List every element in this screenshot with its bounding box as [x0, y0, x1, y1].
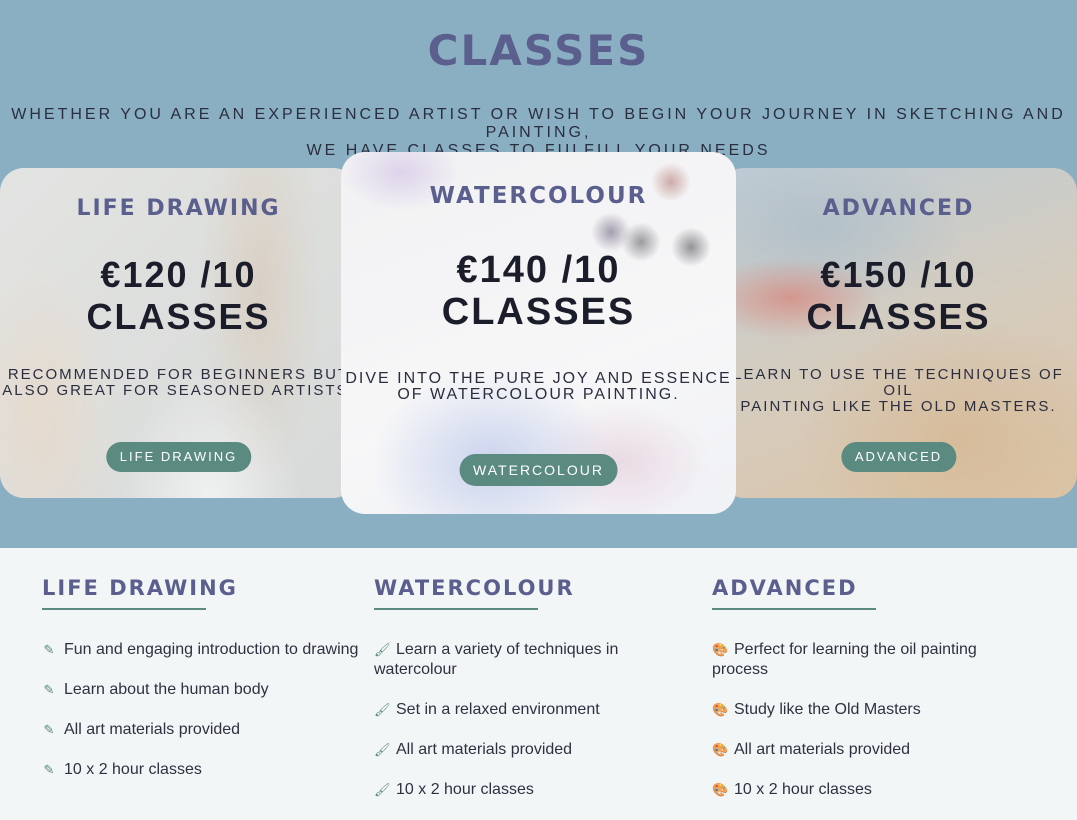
watercolour-button[interactable]: WATERCOLOUR — [459, 454, 618, 486]
title-underline — [712, 608, 876, 610]
list-item: 🎨 Perfect for learning the oil painting p… — [712, 641, 977, 678]
card-title: LIFE DRAWING — [76, 196, 281, 221]
list-item: 🎨 10 x 2 hour classes — [712, 781, 872, 798]
brush-icon: 🖌 — [374, 702, 391, 717]
subtitle-line: WHETHER YOU ARE AN EXPERIENCED ARTIST OR… — [11, 106, 1066, 141]
list-item: ✎ Learn about the human body — [43, 681, 269, 698]
card-price: €140 /10 CLASSES — [441, 249, 636, 333]
column-title: ADVANCED — [712, 576, 858, 600]
page-title: CLASSES — [427, 26, 650, 75]
list-item: ✎ All art materials provided — [43, 721, 241, 738]
card-description: DIVE INTO THE PURE JOY AND ESSENCE OF WA… — [345, 370, 732, 403]
list-item: 🎨 Study like the Old Masters — [712, 701, 921, 718]
brush-icon: 🖌 — [374, 742, 391, 757]
feature-list: ✎ Fun and engaging introduction to drawin… — [42, 640, 359, 800]
card-description: LEARN TO USE THE TECHNIQUES OF OIL PAINT… — [733, 366, 1064, 415]
card-price: €150 /10 CLASSES — [806, 254, 991, 337]
card-title: ADVANCED — [822, 196, 975, 221]
pencil-icon: ✎ — [43, 682, 55, 697]
pencil-icon: ✎ — [43, 722, 55, 737]
card-price: €120 /10 CLASSES — [86, 254, 271, 337]
pencil-icon: ✎ — [43, 642, 55, 657]
list-item: ✎ Fun and engaging introduction to drawin… — [43, 641, 359, 658]
list-item: 🖌 10 x 2 hour classes — [374, 781, 534, 798]
column-title: WATERCOLOUR — [374, 576, 575, 600]
title-underline — [42, 608, 206, 610]
classes-hero-section: CLASSES WHETHER YOU ARE AN EXPERIENCED A… — [0, 0, 1077, 548]
feature-list: 🖌 Learn a variety of techniques in waterc… — [374, 640, 654, 820]
life-drawing-button[interactable]: LIFE DRAWING — [105, 442, 252, 472]
advanced-button[interactable]: ADVANCED — [840, 442, 957, 472]
palette-icon: 🎨 — [712, 642, 729, 657]
palette-icon: 🎨 — [712, 742, 729, 757]
feature-list: 🎨 Perfect for learning the oil painting p… — [712, 640, 1012, 820]
list-item: 🖌 Learn a variety of techniques in waterc… — [374, 641, 619, 678]
title-underline — [374, 608, 538, 610]
list-item: 🖌 Set in a relaxed environment — [374, 701, 600, 718]
pencil-icon: ✎ — [43, 762, 55, 777]
card-title: WATERCOLOUR — [429, 183, 648, 209]
class-card-advanced: ADVANCED €150 /10 CLASSES LEARN TO USE T… — [720, 168, 1077, 498]
card-description: RECOMMENDED FOR BEGINNERS BUT ALSO GREAT… — [2, 366, 355, 399]
list-item: 🎨 All art materials provided — [712, 741, 911, 758]
list-item: 🖌 All art materials provided — [374, 741, 573, 758]
class-card-watercolour: WATERCOLOUR €140 /10 CLASSES DIVE INTO T… — [341, 152, 736, 514]
class-card-life-drawing: LIFE DRAWING €120 /10 CLASSES RECOMMENDE… — [0, 168, 357, 498]
palette-icon: 🎨 — [712, 782, 729, 797]
class-details-section: LIFE DRAWING ✎ Fun and engaging introduct… — [0, 548, 1077, 798]
list-item: ✎ 10 x 2 hour classes — [43, 761, 202, 778]
brush-icon: 🖌 — [374, 642, 391, 657]
brush-icon: 🖌 — [374, 782, 391, 797]
palette-icon: 🎨 — [712, 702, 729, 717]
column-title: LIFE DRAWING — [42, 576, 238, 600]
